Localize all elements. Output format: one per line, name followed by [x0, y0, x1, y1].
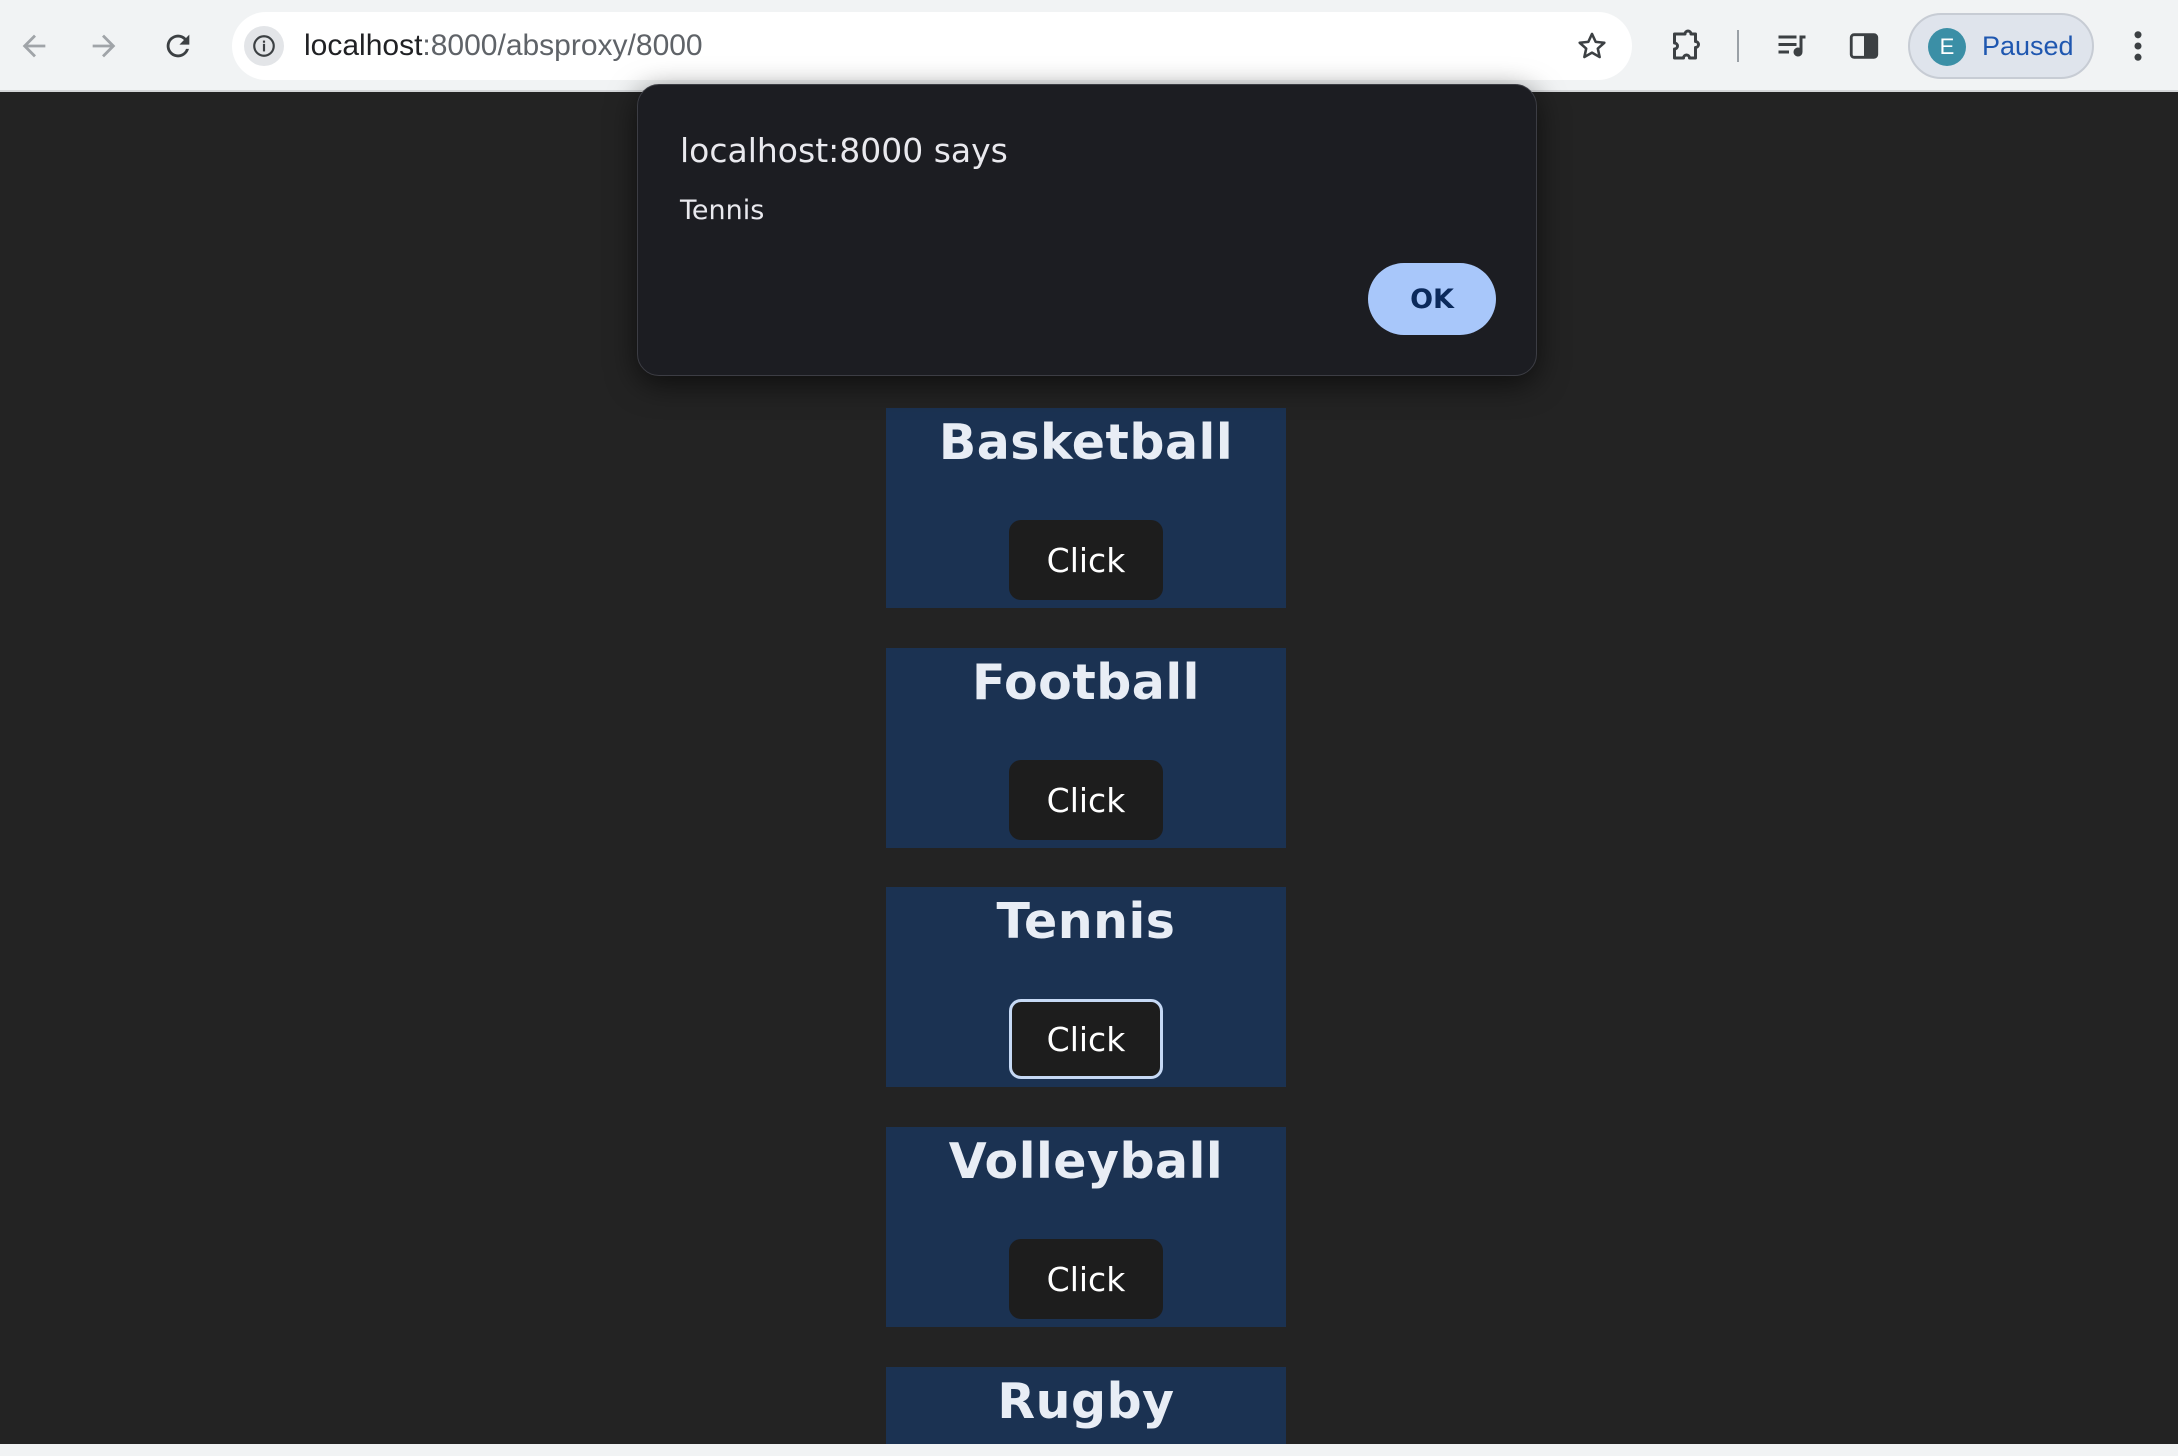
dialog-message: Tennis [680, 195, 765, 226]
url-text[interactable]: localhost:8000/absproxy/8000 [304, 12, 703, 80]
forward-button[interactable] [76, 18, 132, 74]
toolbar-divider [1737, 30, 1739, 62]
sport-card-tennis: Tennis Click [886, 887, 1286, 1087]
address-bar[interactable]: localhost:8000/absproxy/8000 [232, 12, 1632, 80]
sport-card-football: Football Click [886, 648, 1286, 848]
extensions-icon[interactable] [1665, 26, 1705, 66]
sport-title: Basketball [938, 414, 1234, 471]
sport-title: Rugby [997, 1373, 1175, 1430]
profile-button[interactable]: E Paused [1908, 13, 2094, 79]
click-button[interactable]: Click [1009, 520, 1163, 600]
url-path: :8000/absproxy/8000 [422, 29, 703, 62]
sport-card-volleyball: Volleyball Click [886, 1127, 1286, 1327]
bookmark-star-icon[interactable] [1572, 26, 1612, 66]
media-control-icon[interactable] [1772, 26, 1812, 66]
click-button[interactable]: Click [1009, 1239, 1163, 1319]
dialog-title: localhost:8000 says [680, 131, 1008, 170]
arrow-left-icon [22, 34, 46, 58]
side-panel-icon[interactable] [1844, 26, 1884, 66]
click-button[interactable]: Click [1009, 760, 1163, 840]
sport-title: Tennis [996, 893, 1176, 950]
sport-card-rugby: Rugby [886, 1367, 1286, 1444]
site-info-icon[interactable] [244, 26, 284, 66]
sport-card-basketball: Basketball Click [886, 408, 1286, 608]
reload-button[interactable] [150, 18, 206, 74]
url-host: localhost [304, 29, 423, 62]
click-button[interactable]: Click [1009, 999, 1163, 1079]
reload-icon [166, 34, 190, 58]
profile-status: Paused [1982, 31, 2074, 61]
ok-button[interactable]: OK [1368, 263, 1496, 335]
avatar: E [1928, 28, 1966, 66]
arrow-right-icon [92, 34, 116, 58]
bottom-status-strip [0, 1444, 2178, 1456]
sport-title: Volleyball [948, 1133, 1224, 1190]
sport-title: Football [972, 654, 1200, 711]
alert-dialog: localhost:8000 says Tennis OK [637, 84, 1537, 376]
browser-toolbar: localhost:8000/absproxy/8000 E Paused [0, 0, 2178, 92]
kebab-menu-icon[interactable] [2120, 24, 2156, 68]
back-button[interactable] [6, 18, 62, 74]
